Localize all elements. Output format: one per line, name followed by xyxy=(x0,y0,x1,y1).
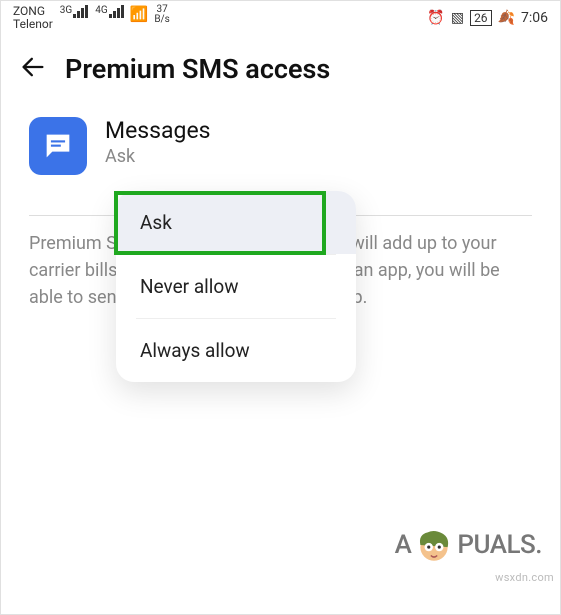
brand-suffix: PUALS. xyxy=(457,530,542,560)
brand-mascot-icon xyxy=(413,524,455,566)
app-status: Ask xyxy=(105,146,211,167)
popup-option-ask[interactable]: Ask xyxy=(116,191,356,254)
brand-prefix: A xyxy=(395,530,412,560)
page-header: Premium SMS access xyxy=(1,33,560,109)
vibrate-icon: ▧ xyxy=(451,10,464,26)
speed-unit: B/s xyxy=(154,15,170,25)
status-right: ⏰ ▧ 26 🍂 7:06 xyxy=(427,10,548,26)
app-name: Messages xyxy=(105,117,211,144)
page-title: Premium SMS access xyxy=(65,53,330,85)
popup-option-never[interactable]: Never allow xyxy=(116,255,356,318)
net-type-1: 3G xyxy=(60,5,72,16)
app-row[interactable]: Messages Ask xyxy=(29,117,532,175)
app-info: Messages Ask xyxy=(105,117,211,167)
signal-2: 4G xyxy=(94,5,123,18)
clock-time: 7:06 xyxy=(521,10,548,26)
wifi-icon: 📶 xyxy=(130,5,149,23)
leaf-icon: 🍂 xyxy=(498,10,515,26)
status-left: ZONG Telenor 3G 4G 📶 37 B/s xyxy=(13,5,170,31)
signal-1: 3G xyxy=(59,5,88,18)
battery-icon: 26 xyxy=(470,10,492,26)
carrier-labels: ZONG Telenor xyxy=(13,5,53,31)
alarm-icon: ⏰ xyxy=(427,10,444,26)
net-type-2: 4G xyxy=(95,5,107,16)
brand-logo: A PUALS. xyxy=(395,524,542,566)
signal-bars-icon xyxy=(109,5,124,18)
signal-bars-icon xyxy=(73,5,88,18)
popup-option-always[interactable]: Always allow xyxy=(116,319,356,382)
back-button[interactable] xyxy=(19,53,47,85)
permission-popup: Ask Never allow Always allow xyxy=(116,191,356,382)
carrier-2: Telenor xyxy=(13,18,53,31)
status-bar: ZONG Telenor 3G 4G 📶 37 B/s ⏰ ▧ 26 🍂 7:0… xyxy=(1,1,560,33)
watermark-text: wsxdn.com xyxy=(495,571,554,584)
data-speed: 37 B/s xyxy=(154,5,170,25)
arrow-left-icon xyxy=(19,53,47,81)
messages-app-icon xyxy=(29,117,87,175)
battery-level: 26 xyxy=(474,11,488,25)
